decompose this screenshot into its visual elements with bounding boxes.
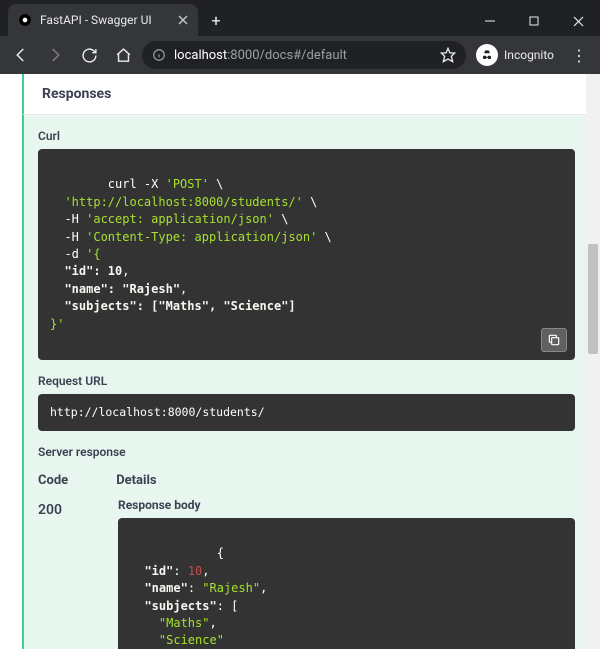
tab-favicon: [18, 13, 32, 27]
browser-titlebar: FastAPI - Swagger UI +: [0, 0, 600, 36]
status-code: 200: [38, 498, 72, 518]
home-button[interactable]: [108, 40, 138, 70]
request-url-block: http://localhost:8000/students/: [38, 394, 575, 431]
status-row: 200 Response body { "id": 10, "name": "R…: [38, 498, 575, 649]
incognito-label: Incognito: [504, 48, 554, 62]
bookmark-star-icon[interactable]: [440, 47, 456, 63]
response-body-block: { "id": 10, "name": "Rajesh", "subjects"…: [118, 518, 575, 649]
address-bar[interactable]: localhost:8000/docs#/default: [142, 41, 466, 69]
page-viewport: Responses Curl curl -X 'POST' \ 'http://…: [0, 74, 600, 649]
curl-label: Curl: [38, 129, 575, 143]
curl-text: curl -X 'POST' \ 'http://localhost:8000/…: [50, 177, 332, 330]
server-response-label: Server response: [38, 445, 575, 459]
incognito-indicator[interactable]: Incognito: [470, 44, 560, 66]
incognito-icon: [476, 44, 498, 66]
details-col-header: Details: [116, 473, 156, 488]
responses-heading: Responses: [22, 74, 590, 115]
close-window-button[interactable]: [556, 6, 600, 36]
forward-button[interactable]: [40, 40, 70, 70]
browser-menu-button[interactable]: ⋮: [564, 40, 594, 70]
scrollbar-thumb[interactable]: [588, 244, 598, 354]
request-url-label: Request URL: [38, 374, 575, 388]
reload-button[interactable]: [74, 40, 104, 70]
response-body-label: Response body: [118, 498, 575, 512]
maximize-button[interactable]: [512, 6, 556, 36]
window-controls: [468, 6, 600, 36]
minimize-button[interactable]: [468, 6, 512, 36]
tab-title: FastAPI - Swagger UI: [40, 13, 170, 27]
url-text: localhost:8000/docs#/default: [174, 48, 347, 63]
browser-tab[interactable]: FastAPI - Swagger UI: [8, 4, 198, 36]
copy-curl-button[interactable]: [541, 328, 567, 352]
site-info-icon[interactable]: [152, 48, 166, 62]
browser-toolbar: localhost:8000/docs#/default Incognito ⋮: [0, 36, 600, 74]
response-panel: Curl curl -X 'POST' \ 'http://localhost:…: [22, 115, 590, 649]
response-table-header: Code Details: [38, 473, 575, 488]
response-body-text: { "id": 10, "name": "Rajesh", "subjects"…: [130, 546, 267, 649]
code-col-header: Code: [38, 473, 68, 488]
back-button[interactable]: [6, 40, 36, 70]
scrollbar-track[interactable]: [586, 74, 600, 649]
curl-code-block: curl -X 'POST' \ 'http://localhost:8000/…: [38, 149, 575, 360]
new-tab-button[interactable]: +: [202, 6, 230, 34]
close-tab-icon[interactable]: [178, 15, 188, 25]
